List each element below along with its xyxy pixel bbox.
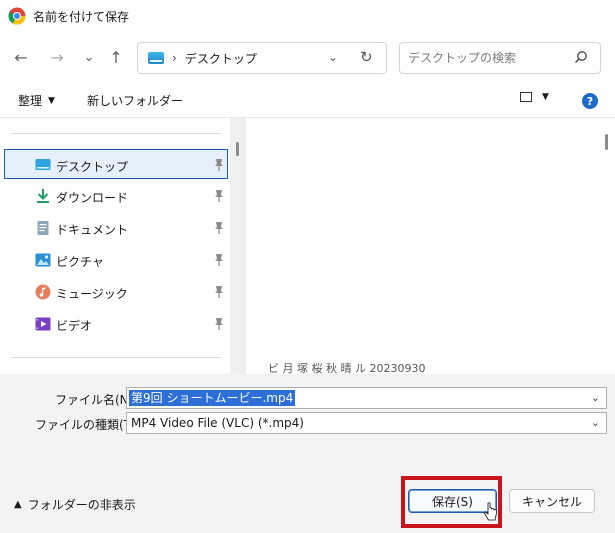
- filename-value[interactable]: 第9回 ショートムービー.mp4: [129, 390, 296, 406]
- arrow-up-icon: ↑: [109, 47, 123, 67]
- help-icon[interactable]: ?: [582, 93, 598, 109]
- scrollbar-thumb[interactable]: [605, 134, 608, 150]
- title-bar: 名前を付けて保存: [0, 0, 615, 32]
- filetype-label: ファイルの種類(T):: [35, 418, 140, 432]
- sidebar-item-pictures[interactable]: ピクチャ: [4, 245, 228, 275]
- view-options-button[interactable]: ▼: [520, 92, 549, 102]
- sidebar-item-documents[interactable]: ドキュメント: [4, 213, 228, 243]
- chevron-down-icon[interactable]: ⌄: [591, 416, 600, 429]
- recent-locations-button[interactable]: ⌄: [76, 44, 102, 70]
- pin-icon[interactable]: [213, 285, 225, 299]
- organize-label: 整理: [18, 94, 43, 108]
- arrow-left-icon: ←: [14, 47, 28, 67]
- desktop-icon: [35, 159, 51, 170]
- refresh-icon[interactable]: ↻: [360, 48, 373, 66]
- sidebar-item-music[interactable]: ミュージック: [4, 277, 228, 307]
- desktop-folder-icon: [148, 52, 164, 64]
- address-dropdown-icon[interactable]: ⌄: [328, 50, 338, 64]
- search-input[interactable]: [408, 51, 568, 65]
- filename-field[interactable]: 第9回 ショートムービー.mp4 ⌄: [126, 387, 607, 409]
- sidebar-item-label: ミュージック: [56, 287, 128, 301]
- hide-folders-button[interactable]: ▲ フォルダーの非表示: [14, 496, 136, 513]
- pin-icon[interactable]: [213, 221, 225, 235]
- sidebar-item-label: デスクトップ: [56, 160, 129, 174]
- arrow-right-icon: →: [50, 47, 64, 67]
- search-box[interactable]: [399, 42, 601, 74]
- sidebar-item-downloads[interactable]: ダウンロード: [4, 181, 228, 211]
- pin-icon[interactable]: [213, 158, 225, 172]
- caret-down-icon: ▼: [48, 95, 55, 106]
- command-bar: 整理 ▼ 新しいフォルダー ▼ ?: [0, 84, 615, 118]
- sidebar-item-label: ピクチャ: [56, 255, 104, 269]
- breadcrumb-separator: ›: [172, 51, 177, 65]
- file-list[interactable]: ビ 月 塚 桜 秋 晴 ル 20230930: [246, 118, 600, 374]
- download-icon: [37, 189, 49, 203]
- sidebar-item-label: ビデオ: [56, 319, 93, 333]
- music-icon: [35, 284, 51, 300]
- sidebar-item-videos[interactable]: ビデオ: [4, 309, 228, 339]
- pin-icon[interactable]: [213, 189, 225, 203]
- sidebar-item-label: ダウンロード: [56, 191, 129, 205]
- pictures-icon: [35, 253, 51, 267]
- navigation-pane: デスクトップ ダウンロード ドキュメント ピクチャ ミュージック ビデオ: [0, 118, 230, 374]
- chevron-down-icon[interactable]: ⌄: [591, 391, 600, 404]
- search-icon[interactable]: [574, 50, 588, 64]
- navigation-bar: ← → ⌄ ↑ › デスクトップ ⌄ ↻: [0, 40, 615, 76]
- filetype-select[interactable]: MP4 Video File (VLC) (*.mp4) ⌄: [126, 412, 607, 434]
- navigation-scrollbar[interactable]: [230, 118, 246, 374]
- save-form: ファイル名(N): 第9回 ショートムービー.mp4 ⌄ ファイルの種類(T):…: [0, 374, 615, 533]
- document-icon: [37, 221, 49, 235]
- scrollbar-thumb[interactable]: [236, 142, 239, 156]
- forward-button[interactable]: →: [44, 44, 70, 70]
- content-scrollbar[interactable]: [600, 118, 615, 374]
- filetype-value: MP4 Video File (VLC) (*.mp4): [131, 416, 304, 430]
- back-button[interactable]: ←: [8, 44, 34, 70]
- video-icon: [35, 317, 51, 331]
- hide-folders-label: フォルダーの非表示: [27, 498, 136, 512]
- pin-icon[interactable]: [213, 317, 225, 331]
- nav-divider: [12, 357, 220, 358]
- breadcrumb-desktop[interactable]: デスクトップ: [185, 50, 257, 67]
- pin-icon[interactable]: [213, 253, 225, 267]
- chevron-down-icon: ⌄: [83, 49, 95, 65]
- up-button[interactable]: ↑: [103, 44, 129, 70]
- address-bar[interactable]: › デスクトップ ⌄ ↻: [137, 42, 387, 74]
- window-title: 名前を付けて保存: [33, 9, 130, 24]
- sidebar-item-desktop[interactable]: デスクトップ: [4, 149, 228, 179]
- nav-divider: [12, 133, 220, 134]
- new-folder-button[interactable]: 新しいフォルダー: [87, 92, 183, 109]
- chevron-up-icon: ▲: [14, 499, 22, 510]
- chrome-icon: [8, 7, 26, 25]
- cancel-button[interactable]: キャンセル: [509, 489, 595, 513]
- sidebar-item-label: ドキュメント: [56, 223, 129, 237]
- partial-file-row: ビ 月 塚 桜 秋 晴 ル 20230930: [268, 362, 426, 374]
- caret-down-icon: ▼: [542, 92, 549, 102]
- view-icon: [520, 92, 532, 102]
- organize-button[interactable]: 整理 ▼: [18, 92, 55, 109]
- mouse-cursor-icon: [484, 502, 497, 521]
